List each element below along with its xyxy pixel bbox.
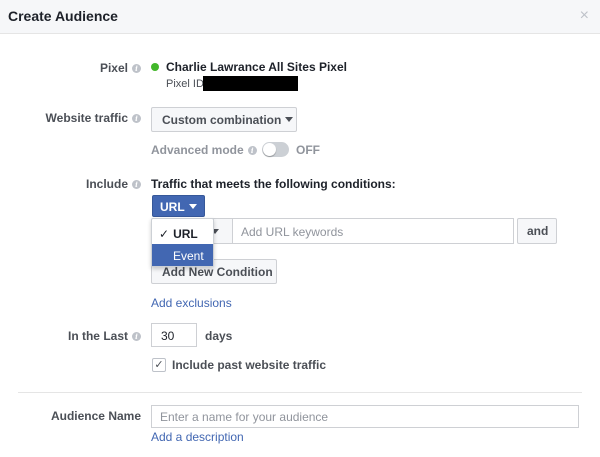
dialog-title: Create Audience — [8, 8, 118, 24]
audience-name-input[interactable]: Enter a name for your audience — [151, 405, 579, 428]
days-unit: days — [205, 329, 233, 343]
divider — [18, 392, 582, 393]
menu-item-event[interactable]: Event — [152, 244, 213, 266]
check-icon: ✓ — [159, 227, 170, 241]
and-button[interactable]: and — [517, 218, 557, 244]
days-input[interactable]: 30 — [151, 323, 197, 347]
close-icon[interactable]: × — [580, 8, 589, 24]
info-icon[interactable]: i — [132, 180, 141, 189]
info-icon[interactable]: i — [132, 332, 141, 341]
advanced-mode-toggle[interactable] — [262, 142, 289, 157]
url-keywords-input[interactable]: Add URL keywords — [232, 218, 514, 244]
info-icon[interactable]: i — [247, 146, 257, 155]
dialog-header: Create Audience × — [0, 0, 600, 34]
conditions-heading: Traffic that meets the following conditi… — [151, 177, 396, 191]
advanced-mode-label: Advanced mode i — [151, 143, 257, 157]
pixel-name: Charlie Lawrance All Sites Pixel — [166, 60, 347, 74]
in-the-last-label: In the Last i — [0, 329, 141, 343]
add-exclusions-link[interactable]: Add exclusions — [151, 296, 232, 310]
audience-name-label: Audience Name — [50, 409, 141, 423]
pixel-id-label: Pixel ID — [166, 78, 204, 90]
info-icon[interactable]: i — [132, 64, 141, 73]
chevron-down-icon — [285, 117, 294, 122]
include-past-traffic-label: Include past website traffic — [172, 358, 327, 372]
menu-item-url[interactable]: ✓ URL — [152, 222, 213, 244]
toggle-knob — [263, 143, 276, 156]
include-past-traffic-checkbox[interactable]: ✓ — [152, 358, 166, 372]
condition-type-menu: ✓ URL Event — [151, 218, 214, 267]
info-icon[interactable]: i — [132, 114, 141, 123]
include-label: Include i — [0, 177, 141, 191]
condition-type-button[interactable]: URL — [152, 195, 205, 217]
add-description-link[interactable]: Add a description — [151, 430, 244, 444]
redacted-pixel-id — [203, 76, 298, 91]
pixel-status-dot — [151, 63, 159, 71]
advanced-mode-state: OFF — [296, 143, 320, 157]
chevron-down-icon — [188, 204, 197, 209]
website-traffic-dropdown[interactable]: Custom combination — [151, 107, 297, 132]
website-traffic-label: Website traffic i — [0, 111, 141, 125]
pixel-label: Pixel i — [0, 61, 141, 75]
